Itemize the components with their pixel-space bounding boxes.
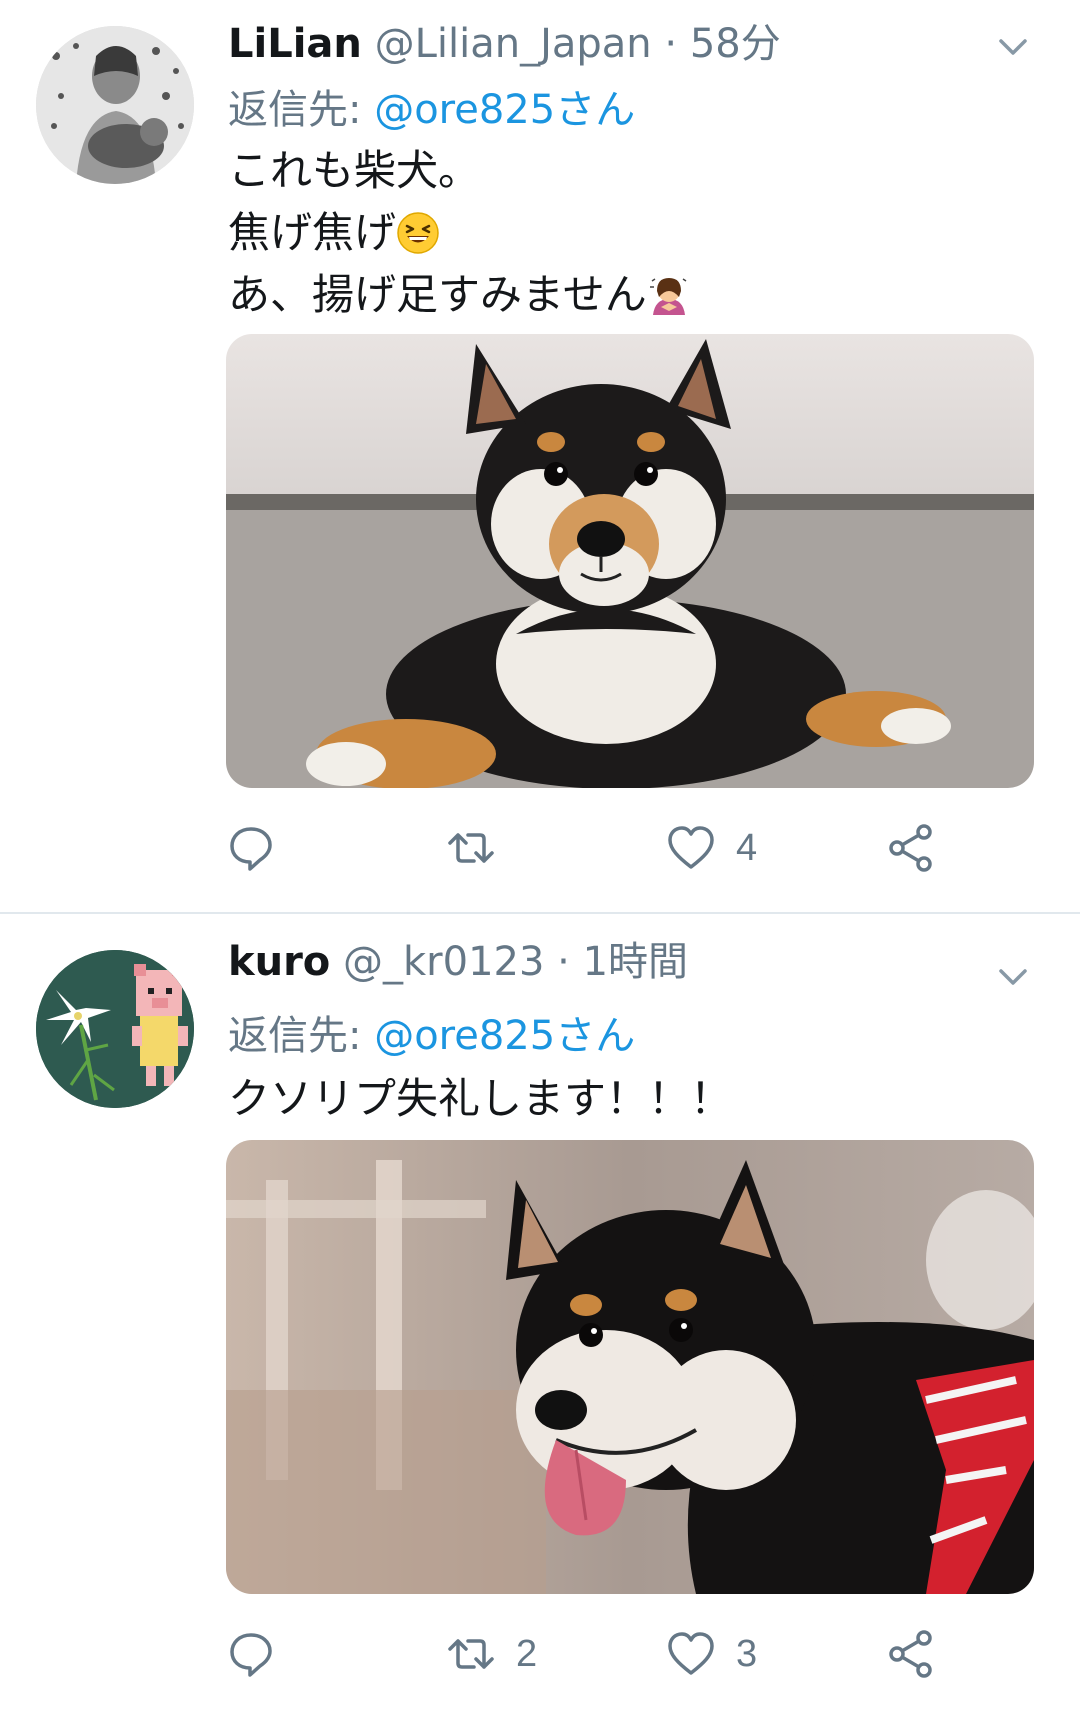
tweet-text-line: 焦げ焦げ: [228, 208, 397, 257]
timestamp[interactable]: 1時間: [583, 939, 688, 985]
reply-context: 返信先: @ore825さん: [228, 1010, 635, 1062]
retweet-button[interactable]: 2: [446, 1624, 537, 1684]
tweet-text: これも柴犬。 焦げ焦げ あ、揚げ足すみません: [228, 140, 1020, 326]
reply-target-link[interactable]: @ore825さん: [374, 1013, 635, 1059]
like-count: 3: [736, 1632, 758, 1675]
reply-icon: [230, 827, 272, 871]
avatar[interactable]: [36, 26, 194, 184]
like-button[interactable]: 4: [666, 818, 757, 878]
like-count: 4: [736, 826, 758, 869]
reply-prefix: 返信先:: [228, 1013, 362, 1059]
heart-icon: [668, 1632, 714, 1675]
tweet-text-line-with-emoji: 焦げ焦げ: [228, 202, 1020, 264]
tweet-header: LiLian @Lilian_Japan · 58分: [228, 18, 1000, 70]
reply-button[interactable]: [226, 818, 296, 878]
heart-icon: [668, 826, 714, 869]
user-handle[interactable]: @_kr0123: [343, 939, 544, 985]
chevron-down-icon[interactable]: [996, 960, 1030, 994]
retweet-icon: [448, 1639, 494, 1669]
tweet-text-line-with-emoji: あ、揚げ足すみません: [228, 264, 1020, 326]
tweet[interactable]: LiLian @Lilian_Japan · 58分 返信先: @ore825さ…: [0, 0, 1080, 912]
share-button[interactable]: [886, 818, 936, 878]
reply-icon: [230, 1633, 272, 1677]
tweet-text: クソリプ失礼します！！！: [228, 1068, 1020, 1130]
tweet-text-line: これも柴犬。: [228, 146, 481, 195]
tweet-text-line: クソリプ失礼します！！！: [228, 1074, 733, 1123]
grinning-squinting-face-icon: [396, 210, 440, 254]
user-handle[interactable]: @Lilian_Japan: [375, 21, 652, 67]
reply-prefix: 返信先:: [228, 87, 362, 133]
tweet-text-line: あ、揚げ足すみません: [228, 270, 647, 319]
tweet-image[interactable]: [226, 334, 1034, 788]
retweet-icon: [448, 833, 494, 863]
share-button[interactable]: [886, 1624, 936, 1684]
reply-context: 返信先: @ore825さん: [228, 84, 635, 136]
retweet-count: 2: [516, 1632, 538, 1675]
tweet-divider: [0, 912, 1080, 914]
retweet-button[interactable]: [446, 818, 516, 878]
separator-dot: ·: [664, 21, 678, 67]
display-name[interactable]: LiLian: [228, 21, 362, 67]
reply-button[interactable]: [226, 1624, 296, 1684]
tweet[interactable]: kuro @_kr0123 · 1時間 返信先: @ore825さん クソリプ失…: [0, 918, 1080, 1712]
avatar[interactable]: [36, 950, 194, 1108]
display-name[interactable]: kuro: [228, 939, 330, 985]
timestamp[interactable]: 58分: [690, 21, 781, 67]
woman-bowing-icon: [647, 272, 691, 316]
reply-target-link[interactable]: @ore825さん: [374, 87, 635, 133]
separator-dot: ·: [557, 939, 570, 985]
tweet-header: kuro @_kr0123 · 1時間: [228, 936, 1000, 988]
like-button[interactable]: 3: [666, 1624, 757, 1684]
tweet-image[interactable]: [226, 1140, 1034, 1594]
chevron-down-icon[interactable]: [996, 30, 1030, 64]
share-icon: [889, 1630, 932, 1678]
share-icon: [889, 824, 932, 872]
